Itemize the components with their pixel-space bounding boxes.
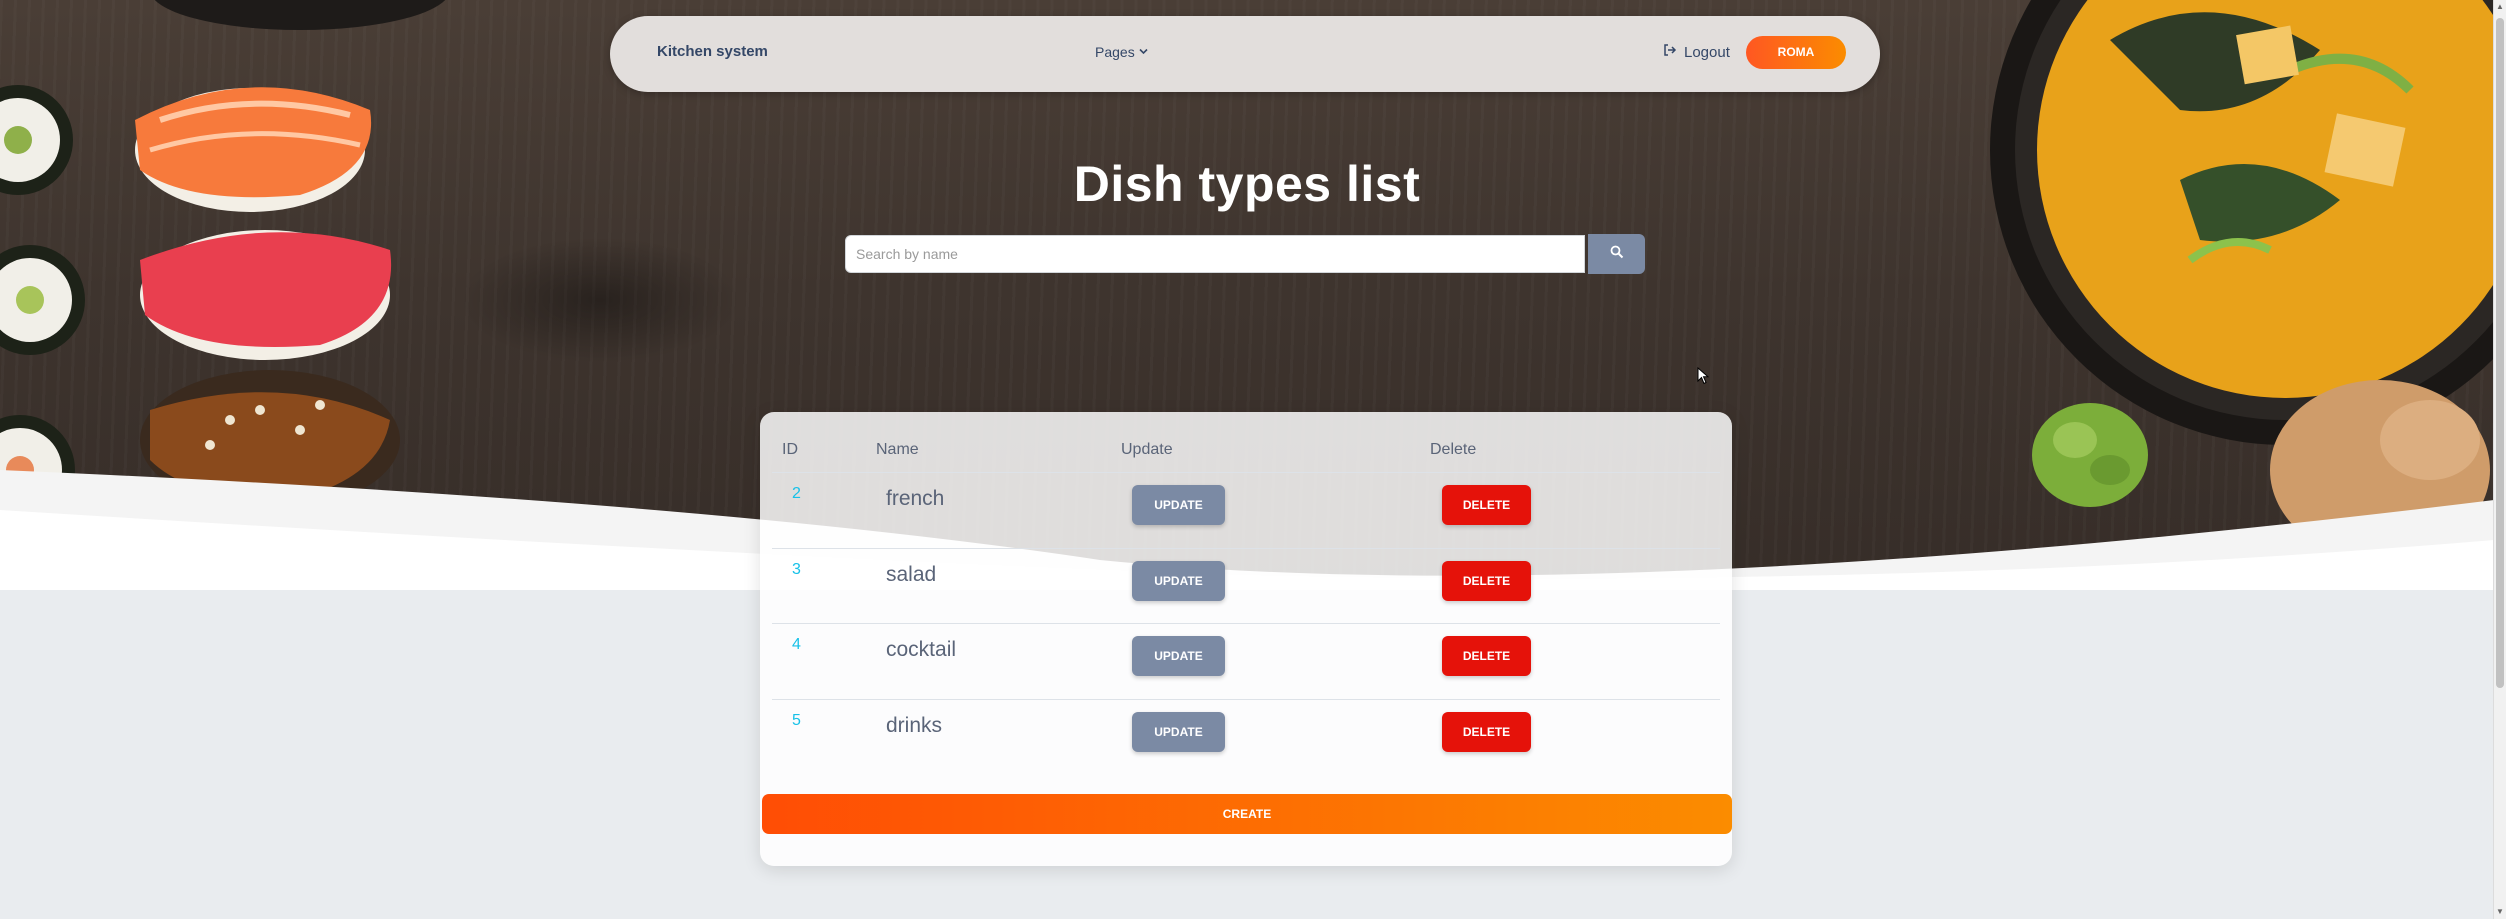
update-button[interactable]: UPDATE — [1132, 636, 1225, 676]
logout-icon — [1663, 43, 1677, 61]
pages-label: Pages — [1095, 44, 1135, 60]
user-button[interactable]: ROMA — [1746, 36, 1846, 69]
scrollbar[interactable]: ▲ ▼ — [2493, 0, 2506, 919]
row-id: 2 — [792, 485, 801, 502]
table-row: 4 cocktail UPDATE DELETE — [772, 623, 1720, 699]
scroll-up-icon[interactable]: ▲ — [2494, 0, 2506, 14]
header-update: Update — [1121, 441, 1173, 458]
scroll-thumb[interactable] — [2496, 18, 2504, 688]
dish-types-table-card: ID Name Update Delete 2 french UPDATE DE… — [760, 412, 1732, 866]
update-button[interactable]: UPDATE — [1132, 712, 1225, 752]
row-id: 3 — [792, 561, 801, 578]
scroll-down-icon[interactable]: ▼ — [2494, 905, 2506, 919]
chevron-down-icon — [1139, 47, 1148, 58]
table-row: 3 salad UPDATE DELETE — [772, 548, 1720, 624]
row-name: cocktail — [886, 638, 957, 661]
miso-soup-bowl-icon — [1990, 0, 2494, 445]
search-icon — [1610, 245, 1624, 262]
row-name: salad — [886, 563, 937, 586]
mouse-cursor-icon — [1697, 366, 1710, 390]
wasabi-icon — [2032, 403, 2148, 507]
table-row: 2 french UPDATE DELETE — [772, 472, 1720, 548]
page-title: Dish types list — [1073, 156, 1421, 212]
navbar: Kitchen system Pages Logout ROMA — [610, 16, 1880, 92]
update-button[interactable]: UPDATE — [1132, 485, 1225, 525]
delete-button[interactable]: DELETE — [1442, 712, 1531, 752]
search-input[interactable] — [845, 235, 1585, 273]
create-button[interactable]: CREATE — [762, 794, 1732, 834]
pages-dropdown[interactable]: Pages — [1095, 44, 1148, 60]
sushi-roll-icon — [0, 85, 85, 525]
logout-label: Logout — [1684, 43, 1730, 61]
brand-link[interactable]: Kitchen system — [657, 43, 768, 60]
header-id: ID — [782, 441, 798, 458]
row-name: drinks — [886, 714, 943, 737]
row-name: french — [886, 487, 945, 510]
row-id: 5 — [792, 712, 801, 729]
header-delete: Delete — [1430, 441, 1477, 458]
delete-button[interactable]: DELETE — [1442, 636, 1531, 676]
row-id: 4 — [792, 636, 801, 653]
delete-button[interactable]: DELETE — [1442, 485, 1531, 525]
tuna-nigiri-icon — [140, 230, 392, 360]
header-name: Name — [876, 441, 919, 458]
logout-link[interactable]: Logout — [1663, 43, 1730, 61]
search-button[interactable] — [1588, 234, 1645, 274]
table-row: 5 drinks UPDATE DELETE — [772, 699, 1720, 775]
delete-button[interactable]: DELETE — [1442, 561, 1531, 601]
table-header: ID Name Update Delete — [760, 412, 1732, 472]
update-button[interactable]: UPDATE — [1132, 561, 1225, 601]
